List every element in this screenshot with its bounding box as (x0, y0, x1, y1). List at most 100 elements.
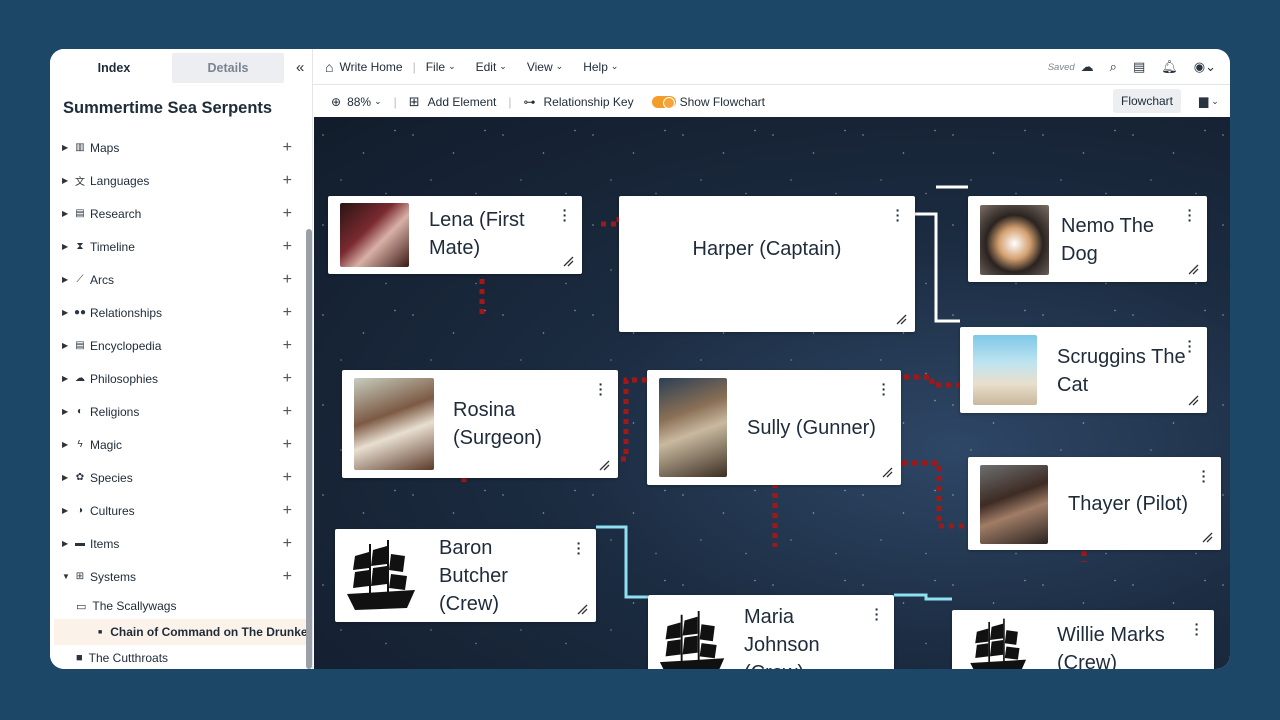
add-element-button[interactable]: ⊞ Add Element (409, 94, 497, 110)
search-icon[interactable]: ⌕ (1110, 59, 1117, 75)
folder-label: The Scallywags (92, 599, 177, 613)
more-vertical-icon[interactable]: · · · (895, 203, 901, 227)
sidebar-item-species[interactable]: ▶ ✿ Species + (50, 461, 307, 494)
more-vertical-icon[interactable]: · · · (598, 377, 604, 401)
sidebar-item-systems[interactable]: ▼ ⊞ Systems + (50, 560, 307, 593)
view-menu[interactable]: View ⌄ (527, 60, 563, 74)
add-icon[interactable]: + (283, 238, 292, 256)
card-rosina[interactable]: Rosina (Surgeon) · · · (342, 370, 618, 478)
add-icon[interactable]: + (283, 469, 292, 487)
write-home-link[interactable]: ⌂ Write Home (325, 59, 403, 75)
resize-handle-icon[interactable] (598, 459, 610, 471)
help-menu[interactable]: Help ⌄ (583, 60, 618, 74)
folder-scallywags[interactable]: ▭ The Scallywags (76, 599, 176, 613)
resize-handle-icon[interactable] (881, 466, 893, 478)
add-icon[interactable]: + (283, 205, 292, 223)
add-icon[interactable]: + (283, 535, 292, 553)
tab-details[interactable]: Details (172, 53, 284, 83)
card-sully[interactable]: Sully (Gunner) · · · (647, 370, 901, 485)
caret-down-icon[interactable]: ▼ (62, 572, 72, 581)
card-scruggins[interactable]: Scruggins The Cat · · · (960, 327, 1207, 413)
card-baron[interactable]: Baron Butcher (Crew) · · · (335, 529, 596, 622)
add-icon[interactable]: + (283, 568, 292, 586)
link-maria-willie (894, 593, 952, 601)
card-harper[interactable]: Harper (Captain) · · · (619, 196, 915, 332)
caret-right-icon[interactable]: ▶ (62, 473, 72, 482)
sidebar-item-relationships[interactable]: ▶ ●● Relationships + (50, 296, 307, 329)
card-willie[interactable]: Willie Marks (Crew) · · · (952, 610, 1214, 669)
folder-icon: ▭ (76, 600, 87, 613)
add-icon[interactable]: + (283, 304, 292, 322)
caret-right-icon[interactable]: ▶ (62, 308, 72, 317)
more-vertical-icon[interactable]: · · · (874, 602, 880, 626)
file-menu[interactable]: File ⌄ (426, 60, 456, 74)
relationship-key-button[interactable]: ⊶ Relationship Key (524, 95, 634, 109)
sidebar-item-religions[interactable]: ▶ ◐ Religions + (50, 395, 307, 428)
resize-handle-icon[interactable] (1187, 263, 1199, 275)
account-icon[interactable]: ◉⌄ (1194, 59, 1216, 75)
bell-icon[interactable]: 🔔︎ (1161, 59, 1178, 75)
toggle-switch[interactable] (651, 95, 676, 109)
edit-menu[interactable]: Edit ⌄ (476, 60, 507, 74)
zoom-control[interactable]: ⊕ 88% ⌄ (331, 95, 382, 109)
show-flowchart-toggle[interactable]: Show Flowchart (651, 95, 765, 109)
caret-right-icon[interactable]: ▶ (62, 539, 72, 548)
sidebar-item-arcs[interactable]: ▶ ⟋ Arcs + (50, 263, 307, 296)
collapse-sidebar-icon[interactable]: « (296, 59, 304, 76)
sidebar-item-languages[interactable]: ▶ 文 Languages + (50, 164, 307, 197)
more-vertical-icon[interactable]: · · · (1187, 334, 1193, 358)
resize-handle-icon[interactable] (576, 603, 588, 615)
caret-right-icon[interactable]: ▶ (62, 506, 72, 515)
caret-right-icon[interactable]: ▶ (62, 275, 72, 284)
flowchart-canvas[interactable]: Lena (First Mate) · · · Harper (Captain) ·… (314, 117, 1230, 669)
sidebar-item-encyclopedia[interactable]: ▶ ▤ Encyclopedia + (50, 329, 307, 362)
add-icon[interactable]: + (283, 337, 292, 355)
more-vertical-icon[interactable]: · · · (1187, 203, 1193, 227)
resize-handle-icon[interactable] (1201, 531, 1213, 543)
resize-handle-icon[interactable] (1187, 394, 1199, 406)
sidebar-scrollbar[interactable] (306, 229, 312, 669)
sidebar-item-magic[interactable]: ▶ ϟ Magic + (50, 428, 307, 461)
folder-cutthroats[interactable]: ■ The Cutthroats (76, 651, 168, 665)
tab-index[interactable]: Index (58, 53, 170, 83)
more-vertical-icon[interactable]: · · · (881, 377, 887, 401)
document-icon: ▆ (1199, 94, 1209, 108)
sidebar-item-maps[interactable]: ▶ ▥ Maps + (50, 131, 307, 164)
export-document-button[interactable]: ▆ ⌄ (1199, 89, 1219, 113)
add-icon[interactable]: + (283, 172, 292, 190)
flowchart-button[interactable]: Flowchart (1113, 89, 1182, 113)
card-nemo[interactable]: Nemo The Dog · · · (968, 196, 1207, 282)
notes-icon[interactable]: ▤ (1133, 59, 1145, 75)
caret-right-icon[interactable]: ▶ (62, 176, 72, 185)
card-maria[interactable]: Maria Johnson (Crew) ··· (648, 595, 894, 669)
sidebar-item-research[interactable]: ▶ ▤ Research + (50, 197, 307, 230)
caret-right-icon[interactable]: ▶ (62, 143, 72, 152)
caret-right-icon[interactable]: ▶ (62, 440, 72, 449)
caret-right-icon[interactable]: ▶ (62, 209, 72, 218)
more-vertical-icon[interactable]: · · · (562, 203, 568, 227)
sidebar-item-timeline[interactable]: ▶ ⧗ Timeline + (50, 230, 307, 263)
caret-right-icon[interactable]: ▶ (62, 341, 72, 350)
active-document[interactable]: ■ Chain of Command on The Drunken Siren (54, 619, 307, 645)
sidebar-item-philosophies[interactable]: ▶ ☁ Philosophies + (50, 362, 307, 395)
caret-right-icon[interactable]: ▶ (62, 242, 72, 251)
resize-handle-icon[interactable] (562, 255, 574, 267)
card-lena[interactable]: Lena (First Mate) · · · (328, 196, 582, 274)
character-photo (973, 335, 1037, 405)
more-vertical-icon[interactable]: · · · (576, 536, 582, 560)
add-icon[interactable]: + (283, 271, 292, 289)
sidebar-item-items[interactable]: ▶ ▬ Items + (50, 527, 307, 560)
more-vertical-icon[interactable]: · · · (1201, 464, 1207, 488)
sidebar-tabs: Index Details « (58, 53, 316, 83)
add-icon[interactable]: + (283, 436, 292, 454)
caret-right-icon[interactable]: ▶ (62, 407, 72, 416)
add-icon[interactable]: + (283, 502, 292, 520)
more-vertical-icon[interactable]: · · · (1194, 617, 1200, 641)
add-icon[interactable]: + (283, 403, 292, 421)
card-thayer[interactable]: Thayer (Pilot) · · · (968, 457, 1221, 550)
add-icon[interactable]: + (283, 139, 292, 157)
add-icon[interactable]: + (283, 370, 292, 388)
sidebar-item-cultures[interactable]: ▶ ◑ Cultures + (50, 494, 307, 527)
resize-handle-icon[interactable] (895, 313, 907, 325)
caret-right-icon[interactable]: ▶ (62, 374, 72, 383)
